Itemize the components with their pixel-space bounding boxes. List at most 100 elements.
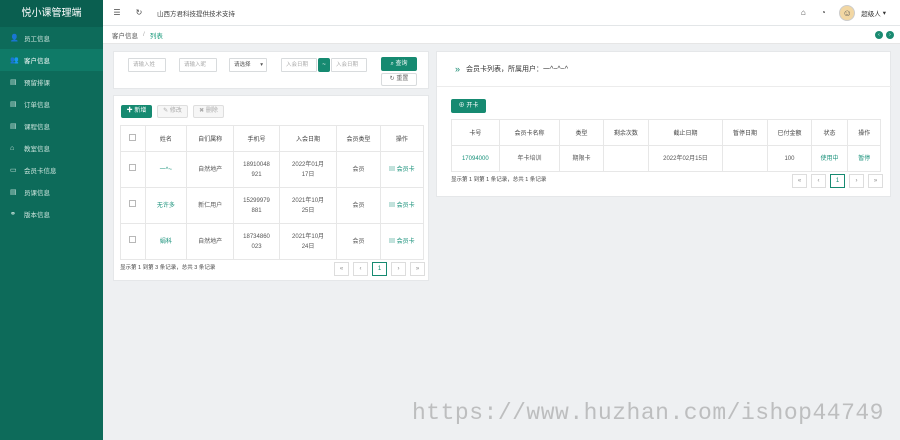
- next-tab-icon[interactable]: ›: [886, 30, 894, 39]
- col-header-status[interactable]: 状态: [810, 119, 849, 146]
- add-customer-button[interactable]: ✚ 新增: [121, 105, 152, 118]
- cell-name[interactable]: 娟科: [144, 223, 187, 260]
- table-row[interactable]: 一^~ 自然地产 18910048 921 2022年01月 17日 会员 ▤ 会员卡: [120, 151, 425, 188]
- col-header-join-date[interactable]: 入会日期: [278, 125, 338, 152]
- row-checkbox-cell[interactable]: [120, 151, 146, 188]
- col-header-card-name[interactable]: 会员卡名称: [498, 119, 561, 146]
- delete-customer-button[interactable]: ✖ 删除: [193, 105, 224, 118]
- search-panel: 请输入姓 请输入昵 请选择 ▾ 入会日期 ~ 入会日期 ⌕ 查询 ↻ 重置: [113, 51, 429, 89]
- refresh-icon: ↻: [389, 76, 395, 82]
- col-header-name[interactable]: 姓名: [144, 125, 187, 152]
- menu-toggle-icon[interactable]: ☰: [109, 8, 125, 17]
- pager-last[interactable]: »: [410, 262, 425, 276]
- col-header-nickname[interactable]: 自们属称: [185, 125, 235, 152]
- edit-icon: ✎: [163, 108, 169, 114]
- join-date-end-input[interactable]: 入会日期: [331, 58, 367, 72]
- home-icon[interactable]: ⌂: [793, 8, 813, 17]
- member-card-title: 会员卡列表，所属用户：: [466, 66, 544, 73]
- select-all-checkbox-cell[interactable]: [120, 125, 146, 152]
- pager-next[interactable]: ›: [391, 262, 406, 276]
- sidebar-item-2[interactable]: 👥 客户信息: [0, 49, 103, 71]
- member-card-link[interactable]: ▤ 会员卡: [379, 187, 425, 224]
- breadcrumb-current: 列表: [149, 32, 163, 40]
- table-row[interactable]: 无许多 新仁用户 15299979 881 2021年10月 25日 会员 ▤ 会员卡: [120, 187, 425, 224]
- member-type-select[interactable]: 请选择 ▾: [229, 58, 267, 72]
- row-checkbox[interactable]: [129, 236, 137, 243]
- name-search-input[interactable]: 请输入姓: [128, 58, 166, 72]
- app-title: 悦小课管理端: [0, 0, 103, 27]
- col-header-end-date[interactable]: 截止日期: [648, 119, 723, 146]
- dashboard-icon[interactable]: ◔: [813, 8, 833, 17]
- card-pager-info: 显示第 1 到第 1 条记录，总共 1 条记录: [451, 177, 547, 183]
- col-header-phone[interactable]: 手机号: [233, 125, 280, 152]
- sidebar-item-label: 员课信息: [24, 190, 50, 197]
- member-card-link[interactable]: ▤ 会员卡: [379, 223, 425, 260]
- cell-name[interactable]: 无许多: [144, 187, 187, 224]
- user-menu-caret-icon[interactable]: ▾: [883, 9, 886, 17]
- breadcrumb-separator: /: [143, 31, 145, 38]
- col-header-card-no[interactable]: 卡号: [451, 119, 500, 146]
- open-card-button[interactable]: ⊕ 开卡: [451, 99, 486, 113]
- avatar[interactable]: ☺: [839, 4, 856, 21]
- card-pager-prev[interactable]: ‹: [811, 174, 826, 188]
- sidebar-item-7[interactable]: ▭ 会员卡信息: [0, 159, 103, 181]
- table-row[interactable]: 娟科 自然地产 18734860 023 2021年10月 24日 会员 ▤ 会员卡: [120, 223, 425, 260]
- col-header-pause-date[interactable]: 暂停日期: [721, 119, 769, 146]
- cell-join-date: 2021年10月 25日: [278, 187, 338, 224]
- select-all-checkbox[interactable]: [129, 134, 137, 141]
- card-pager-page-1[interactable]: 1: [830, 174, 845, 188]
- search-button[interactable]: ⌕ 查询: [381, 57, 417, 71]
- cell-join-date: 2021年10月 24日: [278, 223, 338, 260]
- breadcrumb-controls: ‹ ›: [875, 30, 894, 39]
- member-card-link-label: 会员卡: [396, 166, 415, 173]
- col-header-paid[interactable]: 已付金额: [767, 119, 812, 146]
- user-icon: 👤: [10, 35, 19, 42]
- pause-card-link[interactable]: 暂停: [847, 145, 881, 172]
- table-header-row: 姓名 自们属称 手机号 入会日期 会员类型 操作: [120, 125, 425, 152]
- sidebar-item-label: 订单信息: [24, 102, 50, 109]
- pager-prev[interactable]: ‹: [353, 262, 368, 276]
- card-pager-next[interactable]: ›: [849, 174, 864, 188]
- table-row[interactable]: 17094000 年卡培训 期限卡 2022年02月15日 100 使用中 暂停: [451, 145, 881, 172]
- add-button-label: 新增: [134, 108, 147, 114]
- sidebar-item-6[interactable]: ⌂ 教室信息: [0, 137, 103, 159]
- sidebar-item-8[interactable]: ▤ 员课信息: [0, 181, 103, 203]
- member-card-table-body: 17094000 年卡培训 期限卡 2022年02月15日 100 使用中 暂停: [451, 145, 881, 172]
- delete-icon: ✖: [199, 108, 205, 114]
- row-checkbox[interactable]: [129, 164, 137, 171]
- row-checkbox[interactable]: [129, 200, 137, 207]
- cell-card-no[interactable]: 17094000: [451, 145, 500, 172]
- customer-table: 姓名 自们属称 手机号 入会日期 会员类型 操作 一^~ 自然地产 18910048…: [120, 125, 425, 260]
- sidebar-item-3[interactable]: ▤ 预留排课: [0, 71, 103, 93]
- col-header-member-type[interactable]: 会员类型: [336, 125, 381, 152]
- col-header-remaining[interactable]: 剩余次数: [602, 119, 650, 146]
- join-date-start-input[interactable]: 入会日期: [281, 58, 317, 72]
- row-checkbox-cell[interactable]: [120, 187, 146, 224]
- prev-tab-icon[interactable]: ‹: [875, 30, 883, 39]
- customer-pager-info: 显示第 1 到第 3 条记录，总共 3 条记录: [120, 265, 216, 271]
- edit-customer-button[interactable]: ✎ 修改: [157, 105, 188, 118]
- sidebar-item-1[interactable]: 👤 员工信息: [0, 27, 103, 49]
- cell-phone: 18734860 023: [233, 223, 280, 260]
- refresh-icon[interactable]: ↻: [131, 8, 147, 17]
- cell-phone: 15299979 881: [233, 187, 280, 224]
- row-checkbox-cell[interactable]: [120, 223, 146, 260]
- member-card-link[interactable]: ▤ 会员卡: [379, 151, 425, 188]
- col-header-card-type[interactable]: 类型: [559, 119, 604, 146]
- cell-nickname: 自然地产: [185, 151, 235, 188]
- cell-name[interactable]: 一^~: [144, 151, 187, 188]
- sidebar-item-label: 客户信息: [24, 58, 50, 65]
- nickname-search-input[interactable]: 请输入昵: [179, 58, 217, 72]
- username[interactable]: 超级人: [861, 8, 881, 18]
- pager-first[interactable]: «: [334, 262, 349, 276]
- card-pager-last[interactable]: »: [868, 174, 883, 188]
- reset-button[interactable]: ↻ 重置: [381, 73, 417, 86]
- breadcrumb-parent[interactable]: 客户信息: [112, 30, 138, 40]
- cell-remaining: [602, 145, 650, 172]
- sidebar-item-9[interactable]: ⚭ 版本信息: [0, 203, 103, 225]
- pager-page-1[interactable]: 1: [372, 262, 387, 276]
- member-card-panel: » 会员卡列表，所属用户： 一^~^~^ ⊕ 开卡 卡号 会员卡名称 类型 剩余…: [436, 51, 892, 197]
- card-pager-first[interactable]: «: [792, 174, 807, 188]
- sidebar-item-5[interactable]: ▤ 课程信息: [0, 115, 103, 137]
- sidebar-item-4[interactable]: ▤ 订单信息: [0, 93, 103, 115]
